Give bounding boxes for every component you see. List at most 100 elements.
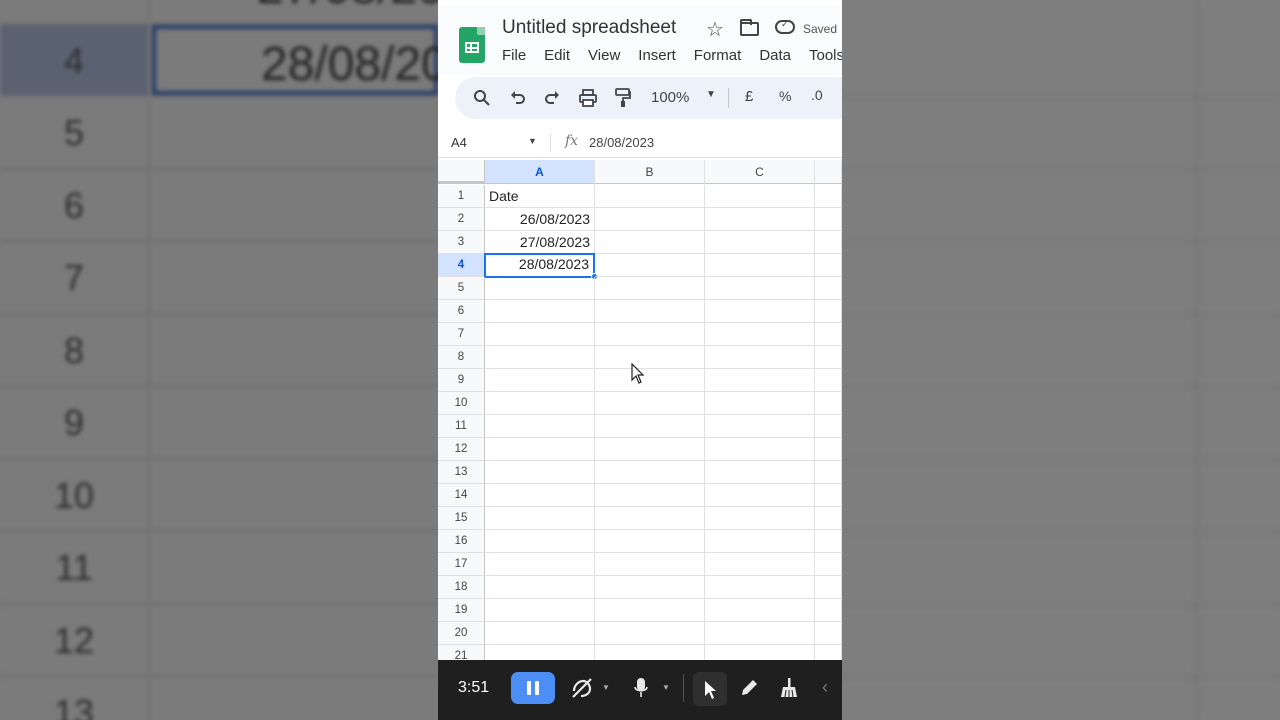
cell-b13[interactable] (595, 461, 705, 484)
cell-b9[interactable] (595, 369, 705, 392)
cell-d18[interactable] (815, 576, 842, 599)
formula-input[interactable]: 28/08/2023 (589, 135, 654, 150)
menu-insert[interactable]: Insert (638, 47, 676, 64)
chevron-down-icon[interactable]: ▼ (602, 683, 610, 692)
cell-b2[interactable] (595, 208, 705, 231)
cell-b18[interactable] (595, 576, 705, 599)
cell-a18[interactable] (485, 576, 595, 599)
cell-d7[interactable] (815, 323, 842, 346)
cell-a17[interactable] (485, 553, 595, 576)
cell-c4[interactable] (705, 254, 815, 277)
cell-c16[interactable] (705, 530, 815, 553)
cell-c2[interactable] (705, 208, 815, 231)
star-icon[interactable]: ☆ (706, 17, 724, 42)
cell-b3[interactable] (595, 231, 705, 254)
cell-d12[interactable] (815, 438, 842, 461)
menu-format[interactable]: Format (694, 47, 742, 64)
cell-c14[interactable] (705, 484, 815, 507)
cell-d1[interactable] (815, 185, 842, 208)
cell-b8[interactable] (595, 346, 705, 369)
cell-d10[interactable] (815, 392, 842, 415)
cell-a9[interactable] (485, 369, 595, 392)
row-header-20[interactable]: 20 (438, 622, 485, 645)
column-header-a[interactable]: A (485, 160, 595, 184)
decrease-decimal-button[interactable]: .0 (811, 87, 823, 103)
pen-icon[interactable] (739, 678, 759, 698)
cell-d13[interactable] (815, 461, 842, 484)
cell-c13[interactable] (705, 461, 815, 484)
cell-c11[interactable] (705, 415, 815, 438)
cell-c10[interactable] (705, 392, 815, 415)
name-box[interactable]: A4 (451, 135, 467, 150)
search-icon[interactable] (473, 89, 491, 107)
pointer-tool-button[interactable] (693, 672, 727, 706)
cell-a12[interactable] (485, 438, 595, 461)
pause-button[interactable] (511, 672, 555, 704)
cell-c18[interactable] (705, 576, 815, 599)
cell-d9[interactable] (815, 369, 842, 392)
cell-c5[interactable] (705, 277, 815, 300)
cell-b11[interactable] (595, 415, 705, 438)
cell-b1[interactable] (595, 185, 705, 208)
cell-b4[interactable] (595, 254, 705, 277)
cell-c3[interactable] (705, 231, 815, 254)
cell-a4[interactable]: 28/08/2023 (484, 253, 595, 278)
cell-d2[interactable] (815, 208, 842, 231)
chevron-down-icon[interactable]: ▼ (706, 89, 716, 100)
cell-b16[interactable] (595, 530, 705, 553)
row-header-7[interactable]: 7 (438, 323, 485, 346)
cell-a6[interactable] (485, 300, 595, 323)
row-header-19[interactable]: 19 (438, 599, 485, 622)
row-header-11[interactable]: 11 (438, 415, 485, 438)
camera-off-icon[interactable] (571, 677, 593, 699)
chevron-down-icon[interactable]: ▼ (662, 683, 670, 692)
cell-a1[interactable]: Date (485, 185, 595, 208)
cell-d6[interactable] (815, 300, 842, 323)
cell-b7[interactable] (595, 323, 705, 346)
row-header-2[interactable]: 2 (438, 208, 485, 231)
chevron-down-icon[interactable]: ▼ (528, 136, 537, 146)
cell-a7[interactable] (485, 323, 595, 346)
cell-c8[interactable] (705, 346, 815, 369)
cell-a2[interactable]: 26/08/2023 (485, 208, 595, 231)
cell-a11[interactable] (485, 415, 595, 438)
cell-d14[interactable] (815, 484, 842, 507)
cell-a10[interactable] (485, 392, 595, 415)
row-header-5[interactable]: 5 (438, 277, 485, 300)
cell-c19[interactable] (705, 599, 815, 622)
menu-data[interactable]: Data (759, 47, 791, 64)
cell-b6[interactable] (595, 300, 705, 323)
cell-d3[interactable] (815, 231, 842, 254)
row-header-17[interactable]: 17 (438, 553, 485, 576)
menu-file[interactable]: File (502, 47, 526, 64)
cell-a20[interactable] (485, 622, 595, 645)
cell-d19[interactable] (815, 599, 842, 622)
sheets-logo-icon[interactable] (459, 27, 485, 63)
cell-d5[interactable] (815, 277, 842, 300)
cell-b20[interactable] (595, 622, 705, 645)
row-header-15[interactable]: 15 (438, 507, 485, 530)
cell-a8[interactable] (485, 346, 595, 369)
document-title[interactable]: Untitled spreadsheet (502, 17, 676, 39)
eraser-broom-icon[interactable] (780, 677, 798, 699)
cell-c15[interactable] (705, 507, 815, 530)
cell-c1[interactable] (705, 185, 815, 208)
zoom-select[interactable]: 100% (651, 89, 689, 106)
row-header-8[interactable]: 8 (438, 346, 485, 369)
row-header-10[interactable]: 10 (438, 392, 485, 415)
row-header-4[interactable]: 4 (438, 254, 485, 277)
cell-b12[interactable] (595, 438, 705, 461)
cell-c9[interactable] (705, 369, 815, 392)
row-header-13[interactable]: 13 (438, 461, 485, 484)
row-header-3[interactable]: 3 (438, 231, 485, 254)
menu-edit[interactable]: Edit (544, 47, 570, 64)
column-header-b[interactable]: B (595, 160, 705, 184)
row-header-6[interactable]: 6 (438, 300, 485, 323)
cell-b17[interactable] (595, 553, 705, 576)
microphone-icon[interactable] (634, 677, 648, 699)
cell-b15[interactable] (595, 507, 705, 530)
cell-a15[interactable] (485, 507, 595, 530)
cell-c20[interactable] (705, 622, 815, 645)
cell-a3[interactable]: 27/08/2023 (485, 231, 595, 254)
menu-tools[interactable]: Tools (809, 47, 842, 64)
